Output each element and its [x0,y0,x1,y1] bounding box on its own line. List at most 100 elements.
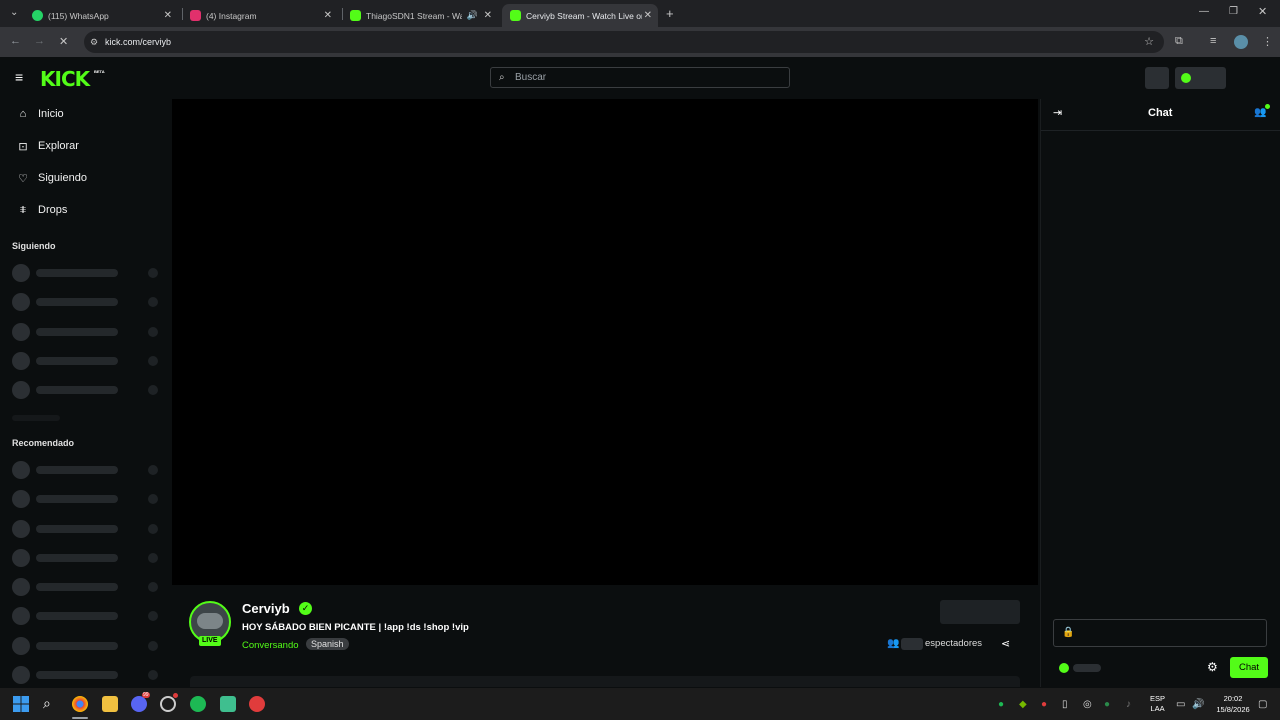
nav-inicio[interactable]: ⌂ Inicio [16,104,64,124]
active-app-indicator [72,717,88,719]
close-tab-icon[interactable]: ✕ [484,10,492,21]
windows-start-icon[interactable] [13,696,29,712]
nav-drops[interactable]: ⩨ Drops [16,200,67,220]
collapse-chat-icon[interactable]: ⇥ [1053,106,1062,119]
close-window-icon[interactable]: ✕ [1258,5,1267,18]
nav-label: Explorar [38,140,79,152]
chat-input[interactable]: 🔒 [1053,619,1267,647]
record-app-icon[interactable] [249,696,265,712]
address-bar[interactable]: ⚙ kick.com/cerviyb ☆ [84,31,1164,53]
tab-title: (4) Instagram [206,10,257,21]
tray-spotify-icon[interactable]: ● [998,699,1004,710]
language-tag[interactable]: Spanish [306,638,349,650]
back-icon[interactable]: ← [10,35,21,47]
kick-icon [510,10,521,21]
restore-icon[interactable]: ❐ [1229,6,1238,17]
stream-title: HOY SÁBADO BIEN PICANTE | !app !ds !shop… [242,622,469,633]
hamburger-menu-icon[interactable]: ≡ [15,69,23,85]
tab-cerviyb[interactable]: Cerviyb Stream - Watch Live on ✕ [502,4,658,27]
channel-name[interactable]: Cerviyb [242,601,290,616]
tray-app-icon[interactable]: ● [1104,699,1110,710]
volume-icon[interactable]: 🔊 [1192,699,1204,710]
verified-icon: ✓ [299,602,312,615]
stream-category[interactable]: Conversando [242,640,299,651]
clock-date: 15/8/2026 [1216,705,1250,714]
drops-icon: ⩨ [19,203,27,216]
chat-header-divider [1041,130,1280,131]
profile-avatar[interactable] [1234,35,1248,49]
community-icon[interactable]: 👥 [1254,107,1266,118]
recommended-skeleton-item [12,461,160,479]
url-text: kick.com/cerviyb [105,37,172,47]
file-explorer-icon[interactable] [102,696,118,712]
close-tab-icon[interactable]: ✕ [324,10,332,21]
home-icon: ⌂ [19,108,27,120]
minimize-icon[interactable]: — [1199,6,1209,17]
spotify-icon[interactable] [190,696,206,712]
chat-settings-icon[interactable]: ⚙ [1207,660,1218,674]
login-button[interactable] [1175,67,1226,89]
show-more-skeleton [12,415,60,421]
nav-siguiendo[interactable]: ♡ Siguiendo [16,168,87,188]
lang-secondary: LAA [1150,704,1165,713]
tab-title: ThiagoSDN1 Stream - Watch [366,10,462,21]
search-input[interactable]: ⌕ Buscar [490,67,790,88]
close-tab-icon[interactable]: ✕ [164,10,172,21]
recommended-section-title: Recomendado [12,438,75,448]
viewer-count-skeleton [901,638,923,650]
kick-page: ≡ KICK BETA ⌕ Buscar ⌂ Inicio ⊡ Explorar… [0,57,1280,687]
search-placeholder: Buscar [515,72,547,83]
tab-instagram[interactable]: (4) Instagram ✕ [186,4,338,27]
kick-coin-icon [1181,73,1191,83]
follow-button-skeleton[interactable] [940,600,1020,624]
tab-whatsapp[interactable]: (115) WhatsApp ✕ [28,4,178,27]
network-icon[interactable]: ▭ [1176,699,1185,710]
heart-icon: ♡ [18,172,28,185]
media-control-icon[interactable]: ≡ [1210,35,1216,47]
stop-loading-icon[interactable]: ✕ [59,35,68,48]
steam-icon[interactable] [160,696,176,712]
tray-steam-icon[interactable]: ◎ [1083,699,1092,710]
extensions-icon[interactable]: ⧉ [1175,35,1183,48]
recommended-skeleton-item [12,520,160,538]
app-icon[interactable] [220,696,236,712]
new-tab-icon[interactable]: + [666,6,674,21]
forward-icon[interactable]: → [34,35,45,47]
lang-primary: ESP [1150,694,1166,703]
about-panel-skeleton [190,676,1020,687]
menu-dots-icon[interactable]: ⋮ [1262,35,1273,48]
discord-icon[interactable] [131,696,147,712]
kick-points-icon [1059,663,1069,673]
speaker-icon[interactable]: 🔊 [467,10,478,21]
bookmark-star-icon[interactable]: ☆ [1144,31,1154,53]
nav-explorar[interactable]: ⊡ Explorar [16,136,79,156]
tray-mic-icon[interactable]: ♪ [1126,699,1131,710]
tray-record-icon[interactable]: ● [1041,699,1047,710]
recommended-skeleton-item [12,666,160,684]
search-icon[interactable]: ⌕ [43,695,51,712]
chrome-icon[interactable] [72,696,88,712]
tab-title: Cerviyb Stream - Watch Live on [526,10,642,21]
tray-nvidia-icon[interactable]: ◆ [1019,699,1027,710]
language-indicator[interactable]: ESP LAA [1150,694,1165,714]
tab-search-icon[interactable]: ⌄ [10,7,18,18]
nav-label: Inicio [38,108,64,120]
clock[interactable]: 20:02 15/8/2026 [1210,693,1256,715]
send-chat-button[interactable]: Chat [1230,657,1268,678]
search-icon: ⌕ [499,72,505,83]
video-player[interactable] [172,99,1038,585]
tray-usb-icon[interactable]: ▯ [1062,699,1068,710]
site-info-icon[interactable]: ⚙ [90,31,98,53]
points-skeleton [1073,664,1101,672]
tab-separator [342,8,343,20]
tab-thiago[interactable]: ThiagoSDN1 Stream - Watch 🔊 ✕ [346,4,498,27]
following-skeleton-item [12,352,160,370]
share-icon[interactable]: ⋖ [1001,637,1010,650]
close-tab-icon[interactable]: ✕ [644,10,652,21]
kick-logo[interactable]: KICK [40,67,90,91]
placeholder-button[interactable] [1145,67,1169,89]
notifications-icon[interactable]: ▢ [1258,699,1267,710]
notification-dot [1265,104,1270,109]
chat-title: Chat [1148,107,1173,119]
avatar-image [197,613,223,629]
